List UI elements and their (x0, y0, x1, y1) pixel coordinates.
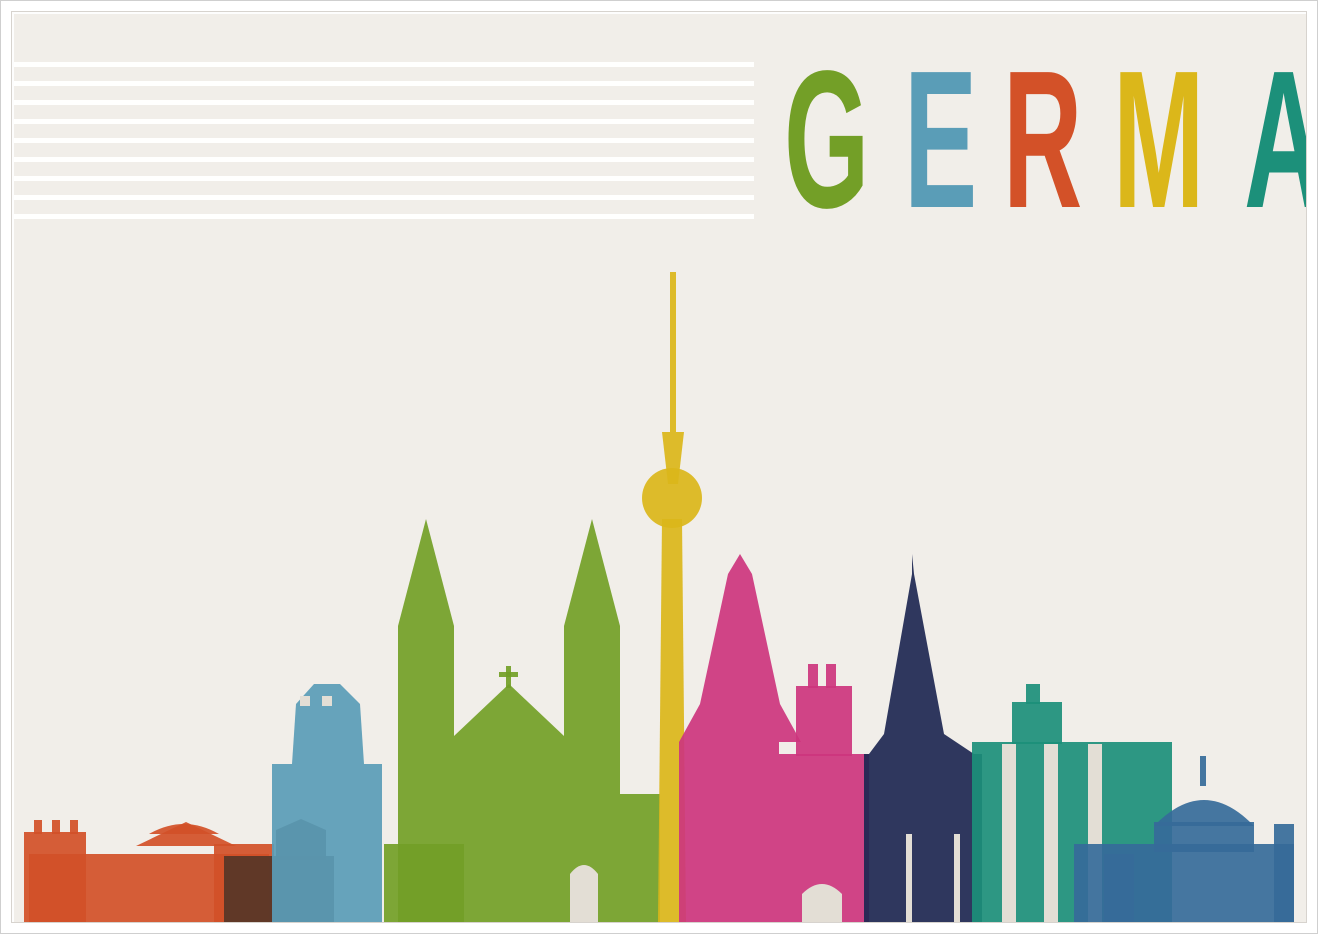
battle-monument (272, 684, 382, 922)
twin-tower-navy (864, 554, 982, 922)
poster-frame: GERMANY (0, 0, 1318, 934)
germany-skyline (24, 272, 1294, 922)
cathedral (384, 519, 660, 922)
holstentor-gate (679, 554, 869, 922)
poster-canvas: GERMANY (14, 14, 1306, 922)
